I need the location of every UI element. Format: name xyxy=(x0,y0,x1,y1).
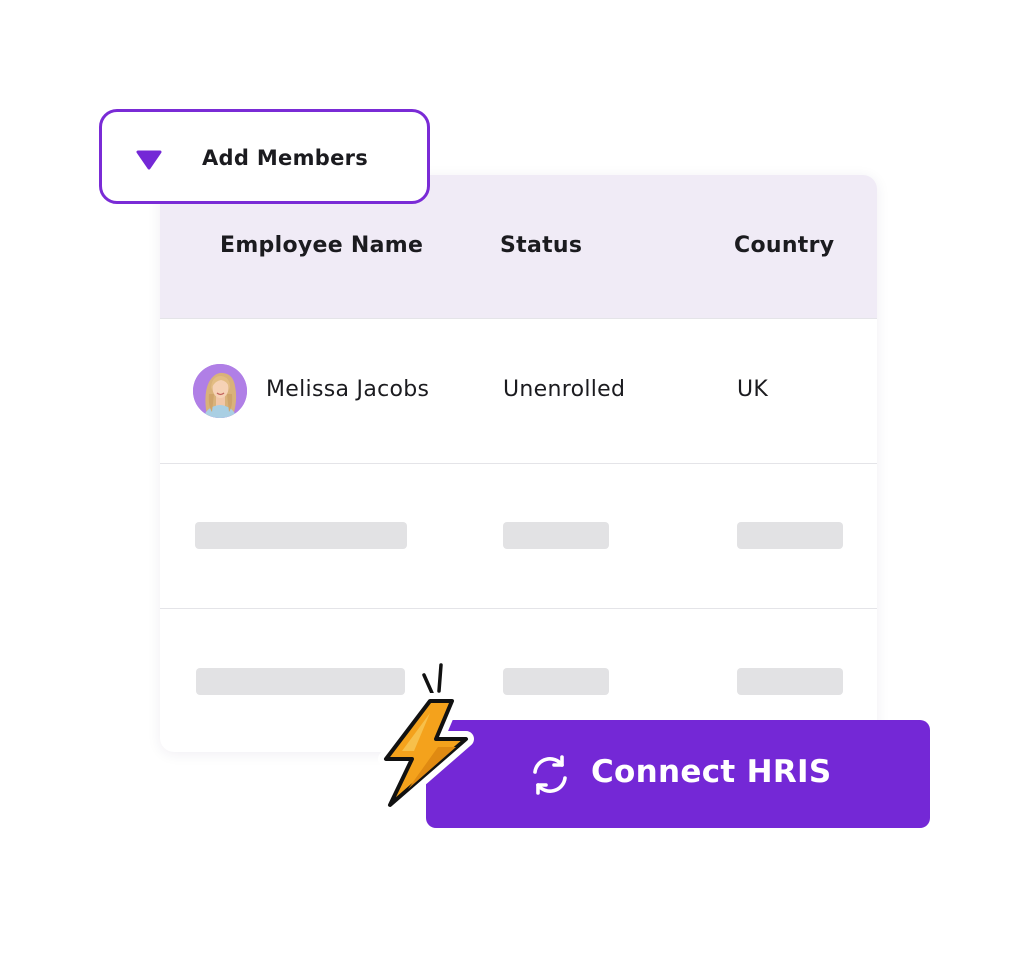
user-avatar xyxy=(193,364,247,418)
column-header-status: Status xyxy=(500,233,583,258)
skeleton-country xyxy=(737,668,843,695)
lightning-bolt-icon xyxy=(368,655,480,819)
employee-status: Unenrolled xyxy=(503,377,626,402)
skeleton-status xyxy=(503,668,609,695)
add-members-label: Add Members xyxy=(202,146,369,170)
skeleton-country xyxy=(737,522,843,549)
employee-country: UK xyxy=(737,377,769,402)
table-row[interactable]: Melissa Jacobs Unenrolled UK xyxy=(160,318,877,463)
sync-icon xyxy=(528,753,572,801)
column-header-employee-name: Employee Name xyxy=(220,233,424,258)
stage: Employee Name Status Country Melissa Jac… xyxy=(0,0,1024,958)
skeleton-name xyxy=(195,522,407,549)
connect-hris-label: Connect HRIS xyxy=(591,754,832,790)
table-row-placeholder xyxy=(160,463,877,608)
column-header-country: Country xyxy=(734,233,835,258)
connect-hris-button[interactable]: Connect HRIS xyxy=(426,720,930,828)
members-table: Employee Name Status Country Melissa Jac… xyxy=(160,175,877,752)
add-members-button[interactable]: Add Members xyxy=(99,109,430,204)
skeleton-status xyxy=(503,522,609,549)
employee-name: Melissa Jacobs xyxy=(266,377,430,402)
triangle-down-icon xyxy=(136,150,162,174)
